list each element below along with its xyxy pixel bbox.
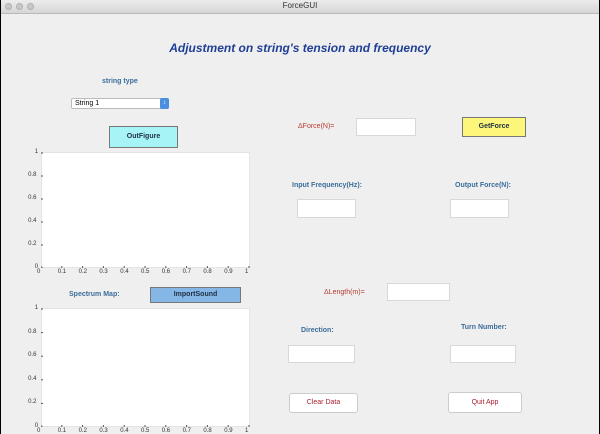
chevron-updown-icon: ↕ bbox=[160, 98, 169, 109]
spectrum-map-axes-xtick-label: 0.4 bbox=[120, 428, 129, 434]
direction-label: Direction: bbox=[301, 327, 334, 334]
spectrum-map-axes-ticks bbox=[41, 308, 250, 427]
spectrum-map-axes-ytick-label: 1 bbox=[34, 305, 39, 311]
spectrum-map-axes-xtick-label: 1 bbox=[245, 428, 249, 434]
delta-length-field[interactable] bbox=[387, 283, 450, 301]
string-type-label: string type bbox=[102, 78, 138, 85]
clear-data-button[interactable]: Clear Data bbox=[289, 393, 358, 413]
out-figure-axes-xtick-label: 1 bbox=[245, 269, 249, 275]
string-type-value: String 1 bbox=[75, 100, 100, 107]
out-figure-button[interactable]: OutFigure bbox=[109, 126, 178, 148]
spectrum-map-axes-xtick-label: 0.7 bbox=[182, 428, 191, 434]
app-window: ForceGUI Adjustment on string's tension … bbox=[1, 0, 599, 434]
spectrum-map-axes-xtick-label: 0.1 bbox=[57, 428, 67, 434]
spectrum-map-axes-ytick-label: 0.6 bbox=[28, 352, 37, 359]
spectrum-map-axes-xtick-label: 0.8 bbox=[203, 428, 212, 434]
delta-force-label: ΔForce(N)= bbox=[298, 123, 335, 130]
input-frequency-field[interactable] bbox=[297, 199, 356, 218]
spectrum-map-axes bbox=[41, 308, 250, 427]
import-sound-button[interactable]: ImportSound bbox=[150, 287, 241, 303]
input-frequency-label: Input Frequency(Hz): bbox=[292, 182, 362, 189]
out-figure-axes-ytick-label: 0.2 bbox=[28, 241, 37, 247]
quit-app-button[interactable]: Quit App bbox=[448, 392, 522, 413]
output-force-label: Output Force(N): bbox=[455, 182, 511, 189]
out-figure-axes-ytick-label: 0.8 bbox=[28, 172, 37, 178]
out-figure-axes-xtick-label: 0.9 bbox=[224, 269, 233, 275]
out-figure-axes bbox=[41, 152, 250, 268]
direction-field[interactable] bbox=[288, 345, 355, 363]
spectrum-map-axes-xtick-label: 0.9 bbox=[224, 428, 233, 434]
spectrum-map-axes-ytick-label: 0.2 bbox=[28, 399, 37, 406]
out-figure-axes-xtick-label: 0.2 bbox=[78, 269, 87, 275]
out-figure-axes-xtick-label: 0.7 bbox=[182, 269, 191, 275]
out-figure-axes-ticks bbox=[41, 152, 250, 268]
out-figure-axes-ytick-label: 0.4 bbox=[28, 218, 37, 224]
out-figure-axes-xtick-label: 0.3 bbox=[99, 269, 108, 275]
spectrum-map-axes-ytick-label: 0.4 bbox=[28, 375, 37, 382]
spectrum-map-axes-ytick-label: 0.8 bbox=[28, 328, 37, 335]
spectrum-map-label: Spectrum Map: bbox=[69, 291, 120, 298]
string-type-select[interactable]: String 1 ↕ bbox=[71, 98, 169, 109]
spectrum-map-axes-xtick-label: 0.6 bbox=[161, 428, 171, 434]
title-bar: ForceGUI bbox=[1, 0, 599, 14]
out-figure-axes-xtick-label: 0.5 bbox=[141, 269, 150, 275]
get-force-button[interactable]: GetForce bbox=[462, 117, 526, 137]
turn-number-label: Turn Number: bbox=[461, 324, 507, 331]
spectrum-map-axes-xtick-label: 0.3 bbox=[99, 428, 108, 434]
out-figure-axes-xtick-label: 0.4 bbox=[120, 269, 129, 275]
out-figure-axes-frame bbox=[41, 152, 250, 268]
out-figure-axes-ytick-label: 1 bbox=[34, 149, 39, 155]
out-figure-axes-ytick-label: 0.6 bbox=[28, 195, 37, 201]
window-title: ForceGUI bbox=[282, 1, 318, 10]
spectrum-map-axes-ytick-label: 0 bbox=[34, 423, 39, 429]
delta-length-label: ΔLength(m)= bbox=[324, 289, 365, 296]
spectrum-map-axes-xtick-label: 0.2 bbox=[78, 428, 87, 434]
out-figure-axes-xtick-label: 0.1 bbox=[57, 269, 67, 275]
delta-force-field[interactable] bbox=[356, 118, 416, 136]
out-figure-axes-xtick-label: 0.8 bbox=[203, 269, 212, 275]
page-heading: Adjustment on string's tension and frequ… bbox=[169, 41, 431, 55]
turn-number-field[interactable] bbox=[450, 345, 516, 363]
output-force-field[interactable] bbox=[450, 199, 509, 218]
spectrum-map-axes-xtick-label: 0.5 bbox=[141, 428, 150, 434]
spectrum-map-axes-frame bbox=[41, 308, 250, 427]
out-figure-axes-ytick-label: 0 bbox=[34, 264, 39, 270]
out-figure-axes-xtick-label: 0.6 bbox=[161, 269, 171, 275]
